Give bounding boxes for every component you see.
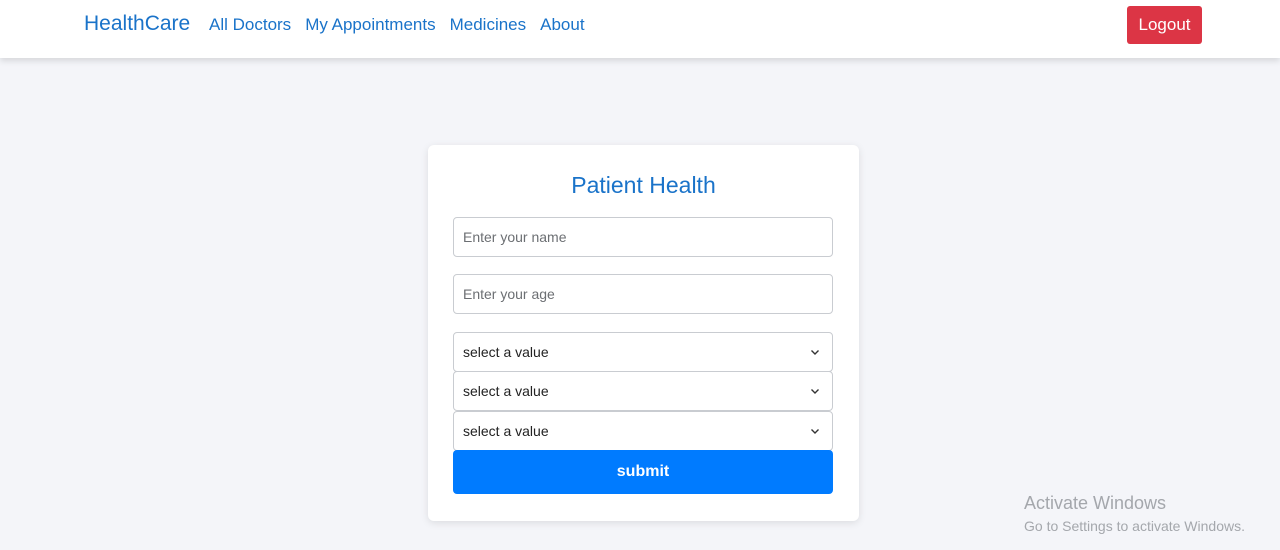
select-value: select a value xyxy=(463,344,549,360)
chevron-down-icon xyxy=(811,389,819,394)
logout-button[interactable]: Logout xyxy=(1127,6,1202,44)
select-value: select a value xyxy=(463,423,549,439)
name-input[interactable] xyxy=(453,217,833,257)
nav-link-all-doctors[interactable]: All Doctors xyxy=(209,14,291,36)
watermark-title: Activate Windows xyxy=(1024,493,1167,513)
nav-link-about[interactable]: About xyxy=(540,14,584,36)
select-field-3[interactable]: select a value xyxy=(453,411,833,451)
select-value: select a value xyxy=(463,383,549,399)
activate-windows-watermark: Activate Windows Go to Settings to activ… xyxy=(1024,492,1245,535)
age-input[interactable] xyxy=(453,274,833,314)
nav-links: All Doctors My Appointments Medicines Ab… xyxy=(209,14,585,36)
nav-link-medicines[interactable]: Medicines xyxy=(450,14,527,36)
navbar: HealthCare All Doctors My Appointments M… xyxy=(0,0,1280,58)
form-title: Patient Health xyxy=(571,172,716,198)
select-field-1[interactable]: select a value xyxy=(453,332,833,372)
patient-health-form: Patient Health select a value select a v… xyxy=(428,145,859,521)
submit-button[interactable]: submit xyxy=(453,450,833,494)
nav-link-my-appointments[interactable]: My Appointments xyxy=(305,14,435,36)
select-field-2[interactable]: select a value xyxy=(453,371,833,411)
watermark-subtitle: Go to Settings to activate Windows. xyxy=(1024,518,1245,534)
chevron-down-icon xyxy=(811,350,819,355)
brand-logo[interactable]: HealthCare xyxy=(84,12,190,36)
chevron-down-icon xyxy=(811,429,819,434)
